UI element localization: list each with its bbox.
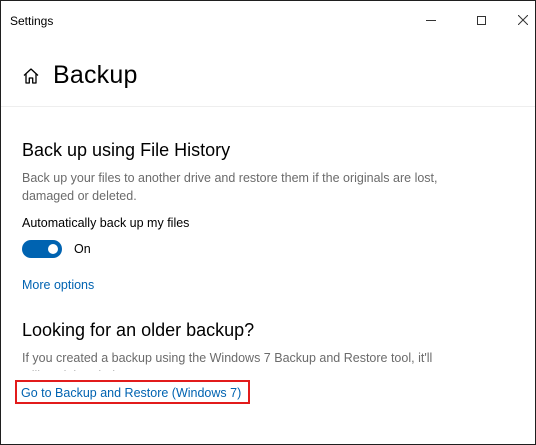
settings-window: Settings Backup Back up using File Histo… xyxy=(0,0,536,445)
highlight-annotation xyxy=(15,380,250,404)
maximize-icon xyxy=(476,15,486,25)
auto-backup-toggle[interactable] xyxy=(22,240,62,258)
page-header: Backup xyxy=(21,61,138,90)
header-divider xyxy=(1,106,535,107)
older-backup-heading: Looking for an older backup? xyxy=(22,320,255,340)
close-button[interactable] xyxy=(508,8,535,32)
file-history-description: Back up your files to another drive and … xyxy=(22,171,438,203)
page-title: Backup xyxy=(53,61,138,89)
window-title: Settings xyxy=(10,14,54,28)
toggle-state-label: On xyxy=(74,242,91,256)
close-icon xyxy=(518,15,528,25)
title-bar: Settings xyxy=(1,1,535,37)
auto-backup-toggle-row: On xyxy=(22,240,91,258)
file-history-heading: Back up using File History xyxy=(22,140,231,160)
home-icon xyxy=(23,67,39,84)
maximize-button[interactable] xyxy=(466,8,496,32)
toggle-knob xyxy=(48,244,58,254)
more-options-link[interactable]: More options xyxy=(22,278,94,292)
minimize-icon xyxy=(426,19,436,21)
minimize-button[interactable] xyxy=(416,8,446,32)
auto-backup-label: Automatically back up my files xyxy=(22,216,190,230)
older-backup-description: If you created a backup using the Window… xyxy=(22,351,433,371)
